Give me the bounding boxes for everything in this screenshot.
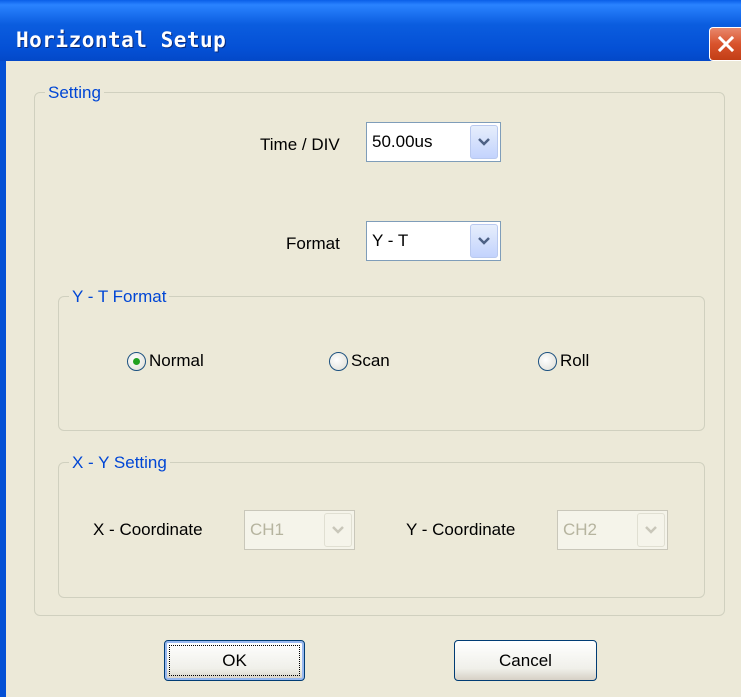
radio-normal-circle[interactable] bbox=[127, 351, 146, 371]
cancel-button[interactable]: Cancel bbox=[454, 640, 597, 681]
radio-scan-label: Scan bbox=[351, 351, 390, 370]
yt-format-group-title: Y - T Format bbox=[69, 287, 170, 307]
radio-normal[interactable]: Normal bbox=[127, 351, 204, 371]
radio-normal-label: Normal bbox=[149, 351, 204, 370]
close-button[interactable] bbox=[709, 27, 741, 61]
xy-setting-group-title: X - Y Setting bbox=[69, 453, 170, 473]
window-border bbox=[0, 61, 6, 697]
radio-scan-circle[interactable] bbox=[329, 351, 348, 371]
radio-roll-label: Roll bbox=[560, 351, 590, 370]
time-div-label: Time / DIV bbox=[260, 135, 340, 154]
x-coordinate-dropdown-button[interactable] bbox=[324, 513, 352, 547]
format-dropdown-button[interactable] bbox=[470, 224, 498, 258]
chevron-down-icon bbox=[478, 237, 490, 245]
window-title: Horizontal Setup bbox=[16, 28, 227, 52]
ok-button[interactable]: OK bbox=[164, 640, 305, 681]
radio-roll[interactable]: Roll bbox=[538, 351, 589, 371]
y-coordinate-dropdown-button[interactable] bbox=[637, 513, 665, 547]
chevron-down-icon bbox=[645, 526, 657, 534]
chevron-down-icon bbox=[478, 138, 490, 146]
close-icon bbox=[717, 35, 734, 53]
x-coordinate-label: X - Coordinate bbox=[93, 520, 203, 539]
radio-roll-circle[interactable] bbox=[538, 351, 557, 371]
format-value: Y - T bbox=[372, 231, 409, 250]
y-coordinate-select[interactable]: CH2 bbox=[557, 510, 668, 550]
y-coordinate-label: Y - Coordinate bbox=[406, 520, 516, 539]
time-div-value: 50.00us bbox=[372, 132, 433, 151]
format-select[interactable]: Y - T bbox=[366, 221, 501, 261]
time-div-dropdown-button[interactable] bbox=[470, 125, 498, 159]
time-div-select[interactable]: 50.00us bbox=[366, 122, 501, 162]
chevron-down-icon bbox=[332, 526, 344, 534]
focus-rectangle bbox=[169, 645, 300, 676]
title-bar[interactable]: Horizontal Setup bbox=[0, 0, 741, 61]
setting-group-title: Setting bbox=[45, 83, 104, 103]
radio-scan[interactable]: Scan bbox=[329, 351, 390, 371]
y-coordinate-value: CH2 bbox=[563, 520, 598, 539]
horizontal-setup-dialog: Horizontal Setup Setting Time / DIV 50.0… bbox=[0, 0, 741, 697]
radio-selected-dot bbox=[133, 357, 140, 365]
cancel-button-label: Cancel bbox=[499, 650, 552, 670]
format-label: Format bbox=[286, 234, 340, 253]
x-coordinate-value: CH1 bbox=[250, 520, 285, 539]
x-coordinate-select[interactable]: CH1 bbox=[244, 510, 355, 550]
